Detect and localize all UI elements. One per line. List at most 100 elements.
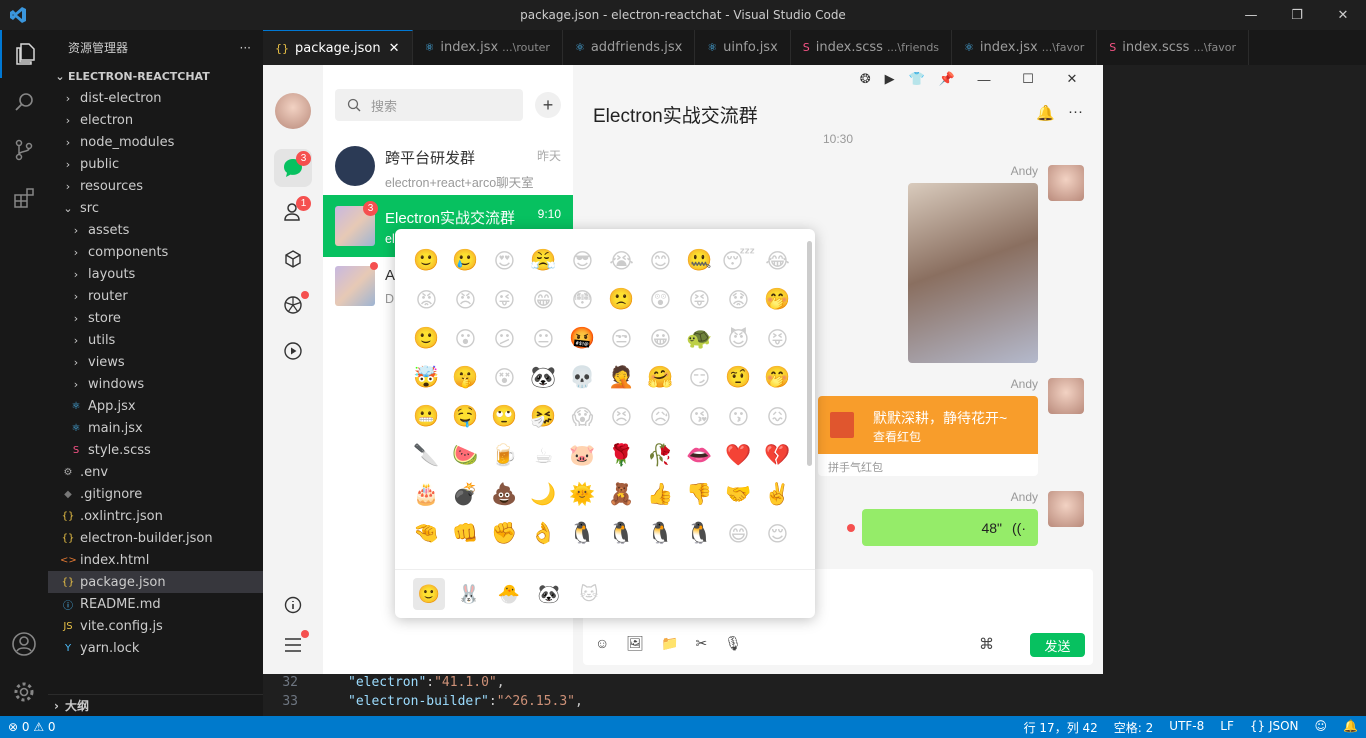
editor-tab[interactable]: Sindex.scss ...\favor bbox=[1097, 30, 1250, 65]
emoji-item[interactable]: 😤 bbox=[524, 241, 563, 280]
emoji-item[interactable]: 🐷 bbox=[563, 436, 602, 475]
emoji-item[interactable]: 🙂 bbox=[407, 241, 446, 280]
close-button[interactable]: ✕ bbox=[1320, 0, 1366, 30]
source-control-icon[interactable] bbox=[0, 126, 48, 174]
settings-gear-icon[interactable] bbox=[0, 668, 48, 716]
maximize-button[interactable]: ❐ bbox=[1274, 0, 1320, 30]
search-box[interactable]: 搜索 bbox=[335, 89, 523, 121]
search-icon[interactable] bbox=[0, 78, 48, 126]
tree-item[interactable]: Yyarn.lock bbox=[48, 637, 263, 659]
editor-tab[interactable]: Sindex.scss ...\friends bbox=[791, 30, 953, 65]
minimize-button[interactable]: — bbox=[1228, 0, 1274, 30]
tree-item[interactable]: {} .oxlintrc.json bbox=[48, 505, 263, 527]
tree-item[interactable]: ◆ .gitignore bbox=[48, 483, 263, 505]
moments-top-icon[interactable]: ❂ bbox=[860, 71, 871, 87]
emoji-item[interactable]: 🤗 bbox=[641, 358, 680, 397]
emoji-item[interactable]: 🤤 bbox=[446, 397, 485, 436]
tree-item[interactable]: › resources bbox=[48, 175, 263, 197]
emoji-item[interactable]: 😲 bbox=[641, 280, 680, 319]
tree-item[interactable]: › router bbox=[48, 285, 263, 307]
emoji-item[interactable]: 🐧 bbox=[563, 514, 602, 553]
tree-item[interactable]: <> index.html bbox=[48, 549, 263, 571]
emoji-item[interactable]: 🧸 bbox=[602, 475, 641, 514]
emoji-item[interactable]: ❤️ bbox=[719, 436, 758, 475]
emoji-item[interactable]: 👄 bbox=[680, 436, 719, 475]
emoji-item[interactable]: 🤫 bbox=[446, 358, 485, 397]
emoji-category-tab[interactable]: 🐰 bbox=[453, 578, 485, 610]
tree-item[interactable]: › layouts bbox=[48, 263, 263, 285]
emoji-item[interactable]: 🤬 bbox=[563, 319, 602, 358]
tree-item[interactable]: › electron bbox=[48, 109, 263, 131]
emoji-item[interactable]: 😗 bbox=[719, 397, 758, 436]
emoji-item[interactable]: 🤭 bbox=[758, 358, 797, 397]
extensions-icon[interactable] bbox=[0, 174, 48, 222]
tree-item[interactable]: ⌄ src bbox=[48, 197, 263, 219]
emoji-item[interactable]: 😡 bbox=[407, 280, 446, 319]
tree-item[interactable]: ⚛ App.jsx bbox=[48, 395, 263, 417]
tree-item[interactable]: › node_modules bbox=[48, 131, 263, 153]
tree-item[interactable]: › utils bbox=[48, 329, 263, 351]
app-maximize-button[interactable]: ☐ bbox=[1013, 71, 1043, 87]
skin-shirt-icon[interactable]: 👕 bbox=[909, 71, 925, 87]
emoji-item[interactable]: 💔 bbox=[758, 436, 797, 475]
emoji-item[interactable]: ✊ bbox=[485, 514, 524, 553]
red-packet-message[interactable]: 默默深耕，静待花开~ 查看红包 拼手气红包 bbox=[818, 396, 1038, 476]
info-nav-button[interactable] bbox=[274, 586, 312, 624]
emoji-item[interactable]: 👌 bbox=[524, 514, 563, 553]
problems-indicator[interactable]: ⊗ 0 ⚠ 0 bbox=[0, 720, 64, 734]
emoji-item[interactable]: 🐼 bbox=[524, 358, 563, 397]
scissors-button-icon[interactable]: ✂ bbox=[696, 635, 708, 652]
emoji-item[interactable]: 😖 bbox=[758, 397, 797, 436]
emoji-category-tab[interactable]: 🐣 bbox=[493, 578, 525, 610]
emoji-item[interactable]: 🐧 bbox=[680, 514, 719, 553]
pin-icon[interactable]: 📌 bbox=[939, 71, 955, 87]
emoji-item[interactable]: 🤐 bbox=[680, 241, 719, 280]
emoji-item[interactable]: 🤦 bbox=[602, 358, 641, 397]
outline-section[interactable]: › 大纲 bbox=[48, 694, 263, 716]
emoji-item[interactable]: 🐧 bbox=[641, 514, 680, 553]
sender-avatar[interactable] bbox=[1048, 165, 1084, 201]
emoji-item[interactable]: 💣 bbox=[446, 475, 485, 514]
emoji-item[interactable]: 🍉 bbox=[446, 436, 485, 475]
tree-item[interactable]: Sstyle.scss bbox=[48, 439, 263, 461]
indentation[interactable]: 空格: 2 bbox=[1106, 719, 1162, 736]
emoji-scrollbar[interactable] bbox=[807, 241, 812, 466]
tree-item[interactable]: › dist-electron bbox=[48, 87, 263, 109]
emoji-item[interactable]: 😴 bbox=[719, 241, 758, 280]
emoji-item[interactable]: 🤭 bbox=[758, 280, 797, 319]
sender-avatar[interactable] bbox=[1048, 378, 1084, 414]
emoji-item[interactable]: 🍺 bbox=[485, 436, 524, 475]
emoji-item[interactable]: 😎 bbox=[563, 241, 602, 280]
video-nav-button[interactable] bbox=[274, 332, 312, 370]
emoji-item[interactable]: ✌️ bbox=[758, 475, 797, 514]
emoji-item[interactable]: 😘 bbox=[680, 397, 719, 436]
tree-item[interactable]: › windows bbox=[48, 373, 263, 395]
emoji-item[interactable]: 😍 bbox=[485, 241, 524, 280]
account-icon[interactable] bbox=[0, 620, 48, 668]
chat-nav-button[interactable]: 3 bbox=[274, 149, 312, 187]
emoji-category-tab[interactable]: 🐱 bbox=[573, 578, 605, 610]
editor-tab[interactable]: ⚛ index.jsx ...\router bbox=[413, 30, 563, 65]
tree-item[interactable]: › components bbox=[48, 241, 263, 263]
play-top-icon[interactable]: ▶ bbox=[885, 71, 895, 87]
feedback-icon[interactable]: ☺ bbox=[1307, 719, 1336, 736]
sender-avatar[interactable] bbox=[1048, 491, 1084, 527]
folder-button-icon[interactable]: 📁 bbox=[661, 635, 678, 652]
emoji-item[interactable]: 🐢 bbox=[680, 319, 719, 358]
emoji-item[interactable]: 😭 bbox=[602, 241, 641, 280]
end-of-line[interactable]: LF bbox=[1212, 719, 1242, 736]
bell-icon[interactable]: 🔔 bbox=[1036, 104, 1055, 122]
emoji-item[interactable]: 😜 bbox=[485, 280, 524, 319]
contacts-nav-button[interactable]: 1 bbox=[274, 193, 312, 231]
emoji-item[interactable]: 😀 bbox=[641, 319, 680, 358]
emoji-item[interactable]: 🤨 bbox=[719, 358, 758, 397]
emoji-item[interactable]: 🙄 bbox=[485, 397, 524, 436]
emoji-category-tab[interactable]: 🐼 bbox=[533, 578, 565, 610]
emoji-item[interactable]: 🙂 bbox=[407, 319, 446, 358]
emoji-item[interactable]: 😝 bbox=[680, 280, 719, 319]
emoji-item[interactable]: 🥀 bbox=[641, 436, 680, 475]
emoji-item[interactable]: 🌹 bbox=[602, 436, 641, 475]
emoji-item[interactable]: 😮 bbox=[446, 319, 485, 358]
image-button-icon[interactable]: 🖼 bbox=[626, 635, 644, 652]
add-button[interactable]: + bbox=[535, 92, 561, 118]
